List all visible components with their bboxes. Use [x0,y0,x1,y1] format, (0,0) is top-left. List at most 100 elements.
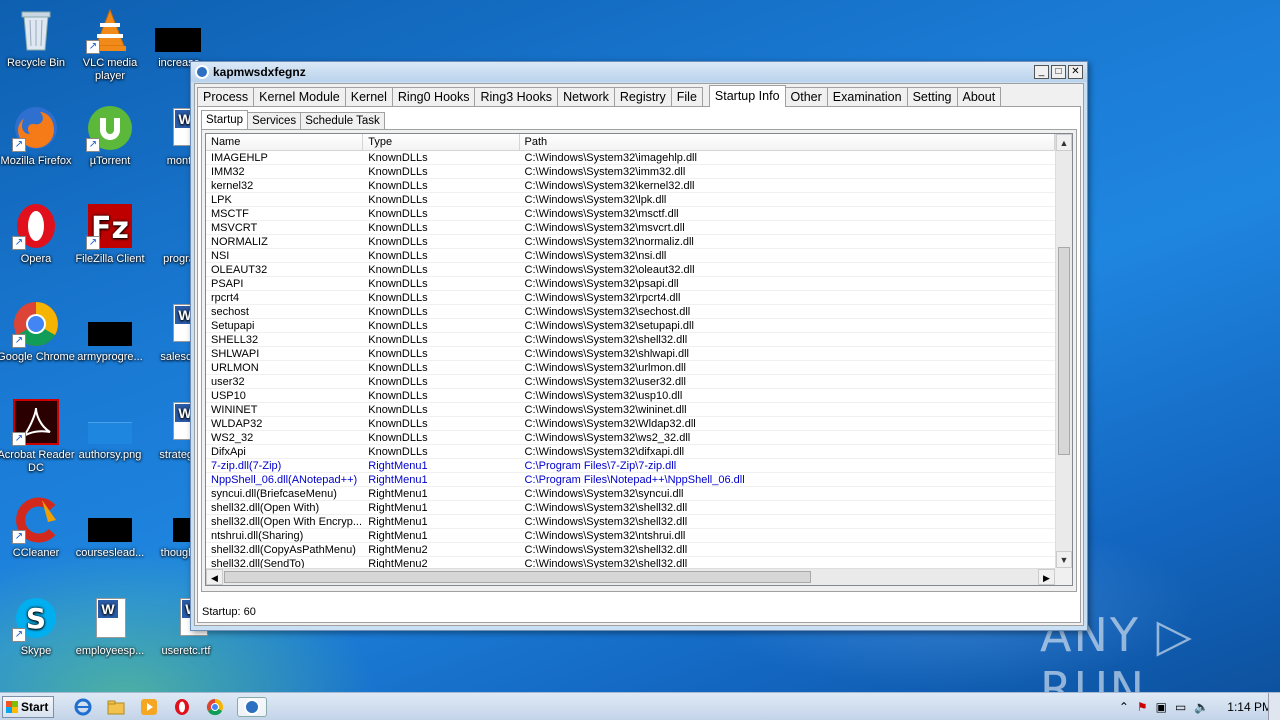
table-row[interactable]: syncui.dll(BriefcaseMenu) RightMenu1 C:\Wi… [206,487,1055,501]
table-row[interactable]: PSAPI KnownDLLs C:\Windows\System32\psapi.… [206,277,1055,291]
table-row[interactable]: NORMALIZ KnownDLLs C:\Windows\System32\nor… [206,235,1055,249]
table-row[interactable]: Setupapi KnownDLLs C:\Windows\System32\set… [206,319,1055,333]
desktop-icon-opera[interactable]: ↗ Opera [0,202,78,266]
table-row[interactable]: rpcrt4 KnownDLLs C:\Windows\System32\rpcrt… [206,291,1055,305]
cell-name: DifxApi [211,446,246,458]
opera-taskbar-icon[interactable] [171,697,193,717]
tab-examination[interactable]: Examination [826,87,908,106]
tab-kernel-module[interactable]: Kernel Module [253,87,346,106]
desktop-icon-employeesp[interactable]: W employeesp... [68,594,152,658]
minimize-button[interactable]: _ [1034,65,1049,79]
start-label: Start [21,699,49,714]
horizontal-scroll-thumb[interactable] [224,571,811,583]
desktop-icon-chrome[interactable]: ↗ Google Chrome [0,300,78,364]
table-row[interactable]: WS2_32 KnownDLLs C:\Windows\System32\ws2_3… [206,431,1055,445]
table-row[interactable]: NppShell_06.dll(ANotepad++) RightMenu1 C:\… [206,473,1055,487]
desktop-icon-firefox[interactable]: ↗ Mozilla Firefox [0,104,78,168]
vertical-scroll-thumb[interactable] [1058,247,1070,455]
scroll-down-icon[interactable]: ▼ [1056,551,1072,568]
pchunter-taskbar-icon[interactable] [237,696,267,717]
tab-setting[interactable]: Setting [906,87,958,106]
desktop-icon-filezilla[interactable]: Fz ↗ FileZilla Client [68,202,152,266]
subtab-schedule-task[interactable]: Schedule Task [300,112,385,129]
column-header-path[interactable]: Path [519,134,1055,150]
start-button[interactable]: Start [2,695,54,718]
file-explorer-icon[interactable] [105,697,127,717]
table-row[interactable]: MSCTF KnownDLLs C:\Windows\System32\msctf.… [206,207,1055,221]
tab-process[interactable]: Process [197,87,255,106]
scroll-up-icon[interactable]: ▲ [1056,134,1072,151]
title-bar[interactable]: kapmwsdxfegnz _ □ ✕ [191,62,1087,82]
table-row[interactable]: WLDAP32 KnownDLLs C:\Windows\System32\Wlda… [206,417,1055,431]
desktop-icon-courseslead[interactable]: courseslead... [68,496,152,560]
tab-about[interactable]: About [956,87,1002,106]
desktop-icon-vlc[interactable]: ↗ VLC media player [68,6,152,83]
list-rows: IMAGEHLP KnownDLLs C:\Windows\System32\ima… [206,151,1055,568]
chrome-taskbar-icon[interactable] [204,697,226,717]
table-row[interactable]: DifxApi KnownDLLs C:\Windows\System32\difx… [206,445,1055,459]
shortcut-arrow-icon: ↗ [12,530,26,544]
table-row[interactable]: shell32.dll(Open With Encryp... RightMenu… [206,515,1055,529]
desktop-icon-authorsy[interactable]: authorsy.png [68,398,152,462]
desktop-icon-recycle-bin[interactable]: Recycle Bin [0,6,78,70]
show-hidden-icons-icon[interactable]: ⌃ [1119,700,1129,714]
window-client: Process Kernel Module Kernel Ring0 Hooks… [194,83,1084,626]
tab-ring3-hooks[interactable]: Ring3 Hooks [474,87,559,106]
scroll-right-icon[interactable]: ▶ [1038,569,1055,585]
table-row[interactable]: user32 KnownDLLs C:\Windows\System32\user3… [206,375,1055,389]
scroll-left-icon[interactable]: ◀ [206,569,223,585]
column-header-name[interactable]: Name [206,134,364,150]
cell-path: C:\Windows\System32\normaliz.dll [524,236,694,248]
subtab-services[interactable]: Services [247,112,302,129]
table-row[interactable]: USP10 KnownDLLs C:\Windows\System32\usp10.… [206,389,1055,403]
clock[interactable]: 1:14 PM [1227,700,1272,714]
tab-file[interactable]: File [670,87,703,106]
startup-list[interactable]: Name Type Path IMAGEHLP KnownDLLs C:\Windo… [205,133,1073,586]
desktop-icon-acrobat[interactable]: ↗ Acrobat Reader DC [0,398,78,475]
table-row[interactable]: ntshrui.dll(Sharing) RightMenu1 C:\Windows… [206,529,1055,543]
table-row[interactable]: WININET KnownDLLs C:\Windows\System32\wini… [206,403,1055,417]
tab-other[interactable]: Other [784,87,828,106]
media-player-icon[interactable] [138,697,160,717]
table-row[interactable]: NSI KnownDLLs C:\Windows\System32\nsi.dll [206,249,1055,263]
table-row[interactable]: SHELL32 KnownDLLs C:\Windows\System32\shel… [206,333,1055,347]
action-center-icon[interactable]: ⚑ [1137,700,1148,714]
table-row[interactable]: shell32.dll(SendTo) RightMenu2 C:\Windows\… [206,557,1055,568]
table-row[interactable]: IMAGEHLP KnownDLLs C:\Windows\System32\ima… [206,151,1055,165]
table-row[interactable]: OLEAUT32 KnownDLLs C:\Windows\System32\ole… [206,263,1055,277]
column-header-type[interactable]: Type [363,134,520,150]
table-row[interactable]: URLMON KnownDLLs C:\Windows\System32\urlmo… [206,361,1055,375]
desktop-icon-utorrent[interactable]: ↗ µTorrent [68,104,152,168]
desktop-icon-ccleaner[interactable]: ↗ CCleaner [0,496,78,560]
table-row[interactable]: LPK KnownDLLs C:\Windows\System32\lpk.dll [206,193,1055,207]
tab-ring0-hooks[interactable]: Ring0 Hooks [391,87,476,106]
vertical-scrollbar[interactable]: ▲ ▼ [1055,134,1072,568]
table-row[interactable]: SHLWAPI KnownDLLs C:\Windows\System32\shlw… [206,347,1055,361]
shortcut-arrow-icon: ↗ [12,334,26,348]
cell-path: C:\Windows\System32\Wldap32.dll [524,418,696,430]
desktop-icon-armyprogre[interactable]: armyprogre... [68,300,152,364]
shortcut-arrow-icon: ↗ [12,432,26,446]
desktop-icon-skype[interactable]: S ↗ Skype [0,594,78,658]
volume-icon[interactable]: 🔈 [1194,700,1209,714]
display-icon[interactable]: ▭ [1175,700,1186,714]
tab-startup-info[interactable]: Startup Info [708,85,786,107]
internet-explorer-icon[interactable] [72,697,94,717]
table-row[interactable]: shell32.dll(Open With) RightMenu1 C:\Windo… [206,501,1055,515]
table-row[interactable]: IMM32 KnownDLLs C:\Windows\System32\imm32.… [206,165,1055,179]
cell-name: NORMALIZ [211,236,268,248]
table-row[interactable]: sechost KnownDLLs C:\Windows\System32\sech… [206,305,1055,319]
maximize-button[interactable]: □ [1051,65,1066,79]
tab-kernel[interactable]: Kernel [344,87,393,106]
close-button[interactable]: ✕ [1068,65,1083,79]
subtab-startup[interactable]: Startup [201,110,249,129]
show-desktop-button[interactable] [1268,693,1280,720]
tab-network[interactable]: Network [557,87,615,106]
table-row[interactable]: MSVCRT KnownDLLs C:\Windows\System32\msvcr… [206,221,1055,235]
table-row[interactable]: 7-zip.dll(7-Zip) RightMenu1 C:\Program Fil… [206,459,1055,473]
horizontal-scrollbar[interactable]: ◀ ▶ [206,568,1055,585]
network-icon[interactable]: ▣ [1156,700,1167,714]
tab-registry[interactable]: Registry [613,87,672,106]
table-row[interactable]: kernel32 KnownDLLs C:\Windows\System32\ker… [206,179,1055,193]
table-row[interactable]: shell32.dll(CopyAsPathMenu) RightMenu2 C:\… [206,543,1055,557]
